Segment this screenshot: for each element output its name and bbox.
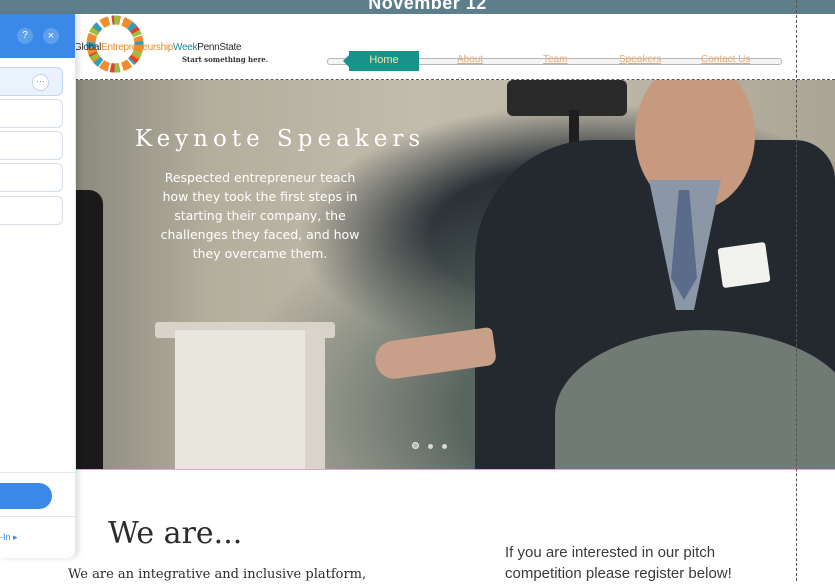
panel-primary-button[interactable] <box>0 483 52 509</box>
event-date: November 12 <box>368 0 487 13</box>
pitch-text: If you are interested in our pitch compe… <box>505 544 732 582</box>
section-divider <box>75 469 835 470</box>
site-header: GlobalEntrepreneurshipWeekPennState Star… <box>0 14 835 89</box>
editor-guide-horizontal <box>75 79 835 80</box>
slide-dot-2[interactable] <box>428 444 433 449</box>
panel-row[interactable] <box>0 196 63 225</box>
hero-slideshow[interactable]: Keynote Speakers Respected entrepreneur … <box>75 80 835 469</box>
panel-row[interactable] <box>0 163 63 192</box>
top-date-bar: November 12 <box>0 0 835 14</box>
hero-title: Keynote Speakers <box>135 126 426 152</box>
slide-dots <box>412 436 456 454</box>
logo-word-global: Global <box>74 42 102 53</box>
panel-divider <box>0 472 75 473</box>
panel-row[interactable] <box>0 99 63 128</box>
about-text: We are an integrative and inclusive plat… <box>68 567 367 582</box>
nav-item-team[interactable]: Team <box>543 54 567 65</box>
editor-guide-vertical <box>796 0 797 581</box>
hero-person-left <box>75 190 103 469</box>
nav-item-contact[interactable]: Contact Us <box>701 54 750 65</box>
hero-name-badge <box>717 241 771 289</box>
about-heading: We are... <box>108 516 243 551</box>
logo-tagline: Start something here. <box>182 55 269 64</box>
panel-row-selected[interactable]: ··· <box>0 67 63 96</box>
logo-word-entrepreneurship: Entrepreneurship <box>101 42 174 53</box>
hero-description: Respected entrepreneur teach how they to… <box>160 170 360 261</box>
logo-word-pennstate: PennState <box>197 42 242 53</box>
panel-row[interactable] <box>0 131 63 160</box>
logo-word-week: Week <box>173 42 198 53</box>
close-icon[interactable]: × <box>43 28 59 44</box>
nav-item-home[interactable]: Home <box>343 51 419 71</box>
hero-podium <box>175 330 325 469</box>
slide-dot-3[interactable] <box>442 444 447 449</box>
panel-link[interactable]: -In ▸ <box>0 532 18 543</box>
panel-header: ? × <box>0 14 75 58</box>
editor-side-panel: ? × ··· -In ▸ <box>0 14 76 558</box>
logo-wordmark[interactable]: GlobalEntrepreneurshipWeekPennState <box>74 42 242 53</box>
slide-dot-1[interactable] <box>412 442 419 449</box>
panel-divider <box>0 516 75 517</box>
nav-item-speakers[interactable]: Speakers <box>619 54 661 65</box>
help-icon[interactable]: ? <box>17 28 33 44</box>
nav-item-about[interactable]: About <box>457 54 483 65</box>
more-options-icon[interactable]: ··· <box>32 74 49 91</box>
hero-camera <box>507 80 627 116</box>
